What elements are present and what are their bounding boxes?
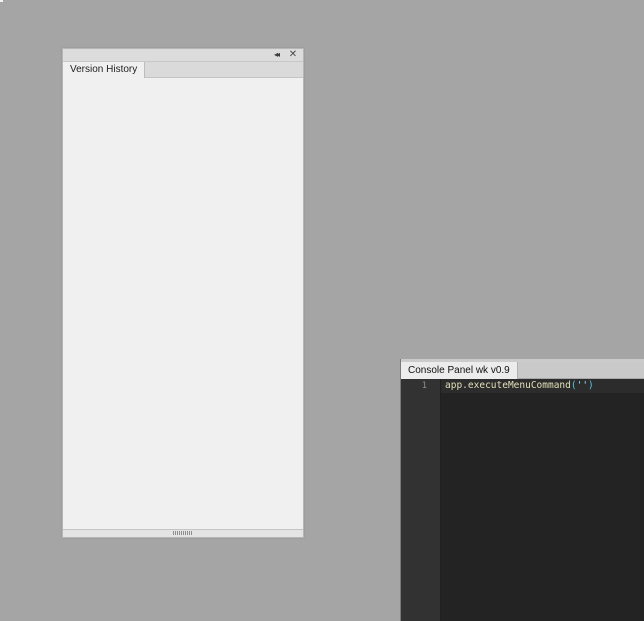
code-input-area[interactable]: app.executeMenuCommand('') bbox=[441, 379, 644, 621]
line-number-gutter: 1 bbox=[401, 379, 441, 621]
code-editor: 1 app.executeMenuCommand('') bbox=[401, 379, 644, 621]
panel-footer bbox=[63, 529, 303, 537]
close-icon[interactable]: ✕ bbox=[287, 49, 299, 61]
resize-grip-icon[interactable] bbox=[173, 531, 193, 535]
version-history-content bbox=[63, 78, 303, 529]
console-panel: Console Panel wk v0.9 1 app.executeMenuC… bbox=[400, 359, 644, 621]
code-token-string: '' bbox=[576, 380, 589, 391]
double-chevron-left-icon[interactable]: ◂◂ bbox=[270, 49, 282, 61]
panel-tab-strip: Version History bbox=[63, 62, 303, 78]
code-token-method: executeMenuCommand bbox=[467, 380, 571, 391]
code-token-paren-close: ) bbox=[588, 380, 594, 391]
line-number: 1 bbox=[421, 381, 427, 391]
panel-title-bar[interactable]: ◂◂ ✕ bbox=[63, 49, 303, 62]
tab-version-history[interactable]: Version History bbox=[63, 62, 146, 78]
workspace-corner-mark bbox=[0, 0, 3, 2]
code-token-object: app bbox=[445, 380, 463, 391]
tab-console-panel[interactable]: Console Panel wk v0.9 bbox=[401, 362, 518, 379]
version-history-panel: ◂◂ ✕ Version History bbox=[62, 48, 304, 538]
console-tab-strip: Console Panel wk v0.9 bbox=[401, 362, 644, 379]
code-line: app.executeMenuCommand('') bbox=[445, 380, 594, 392]
